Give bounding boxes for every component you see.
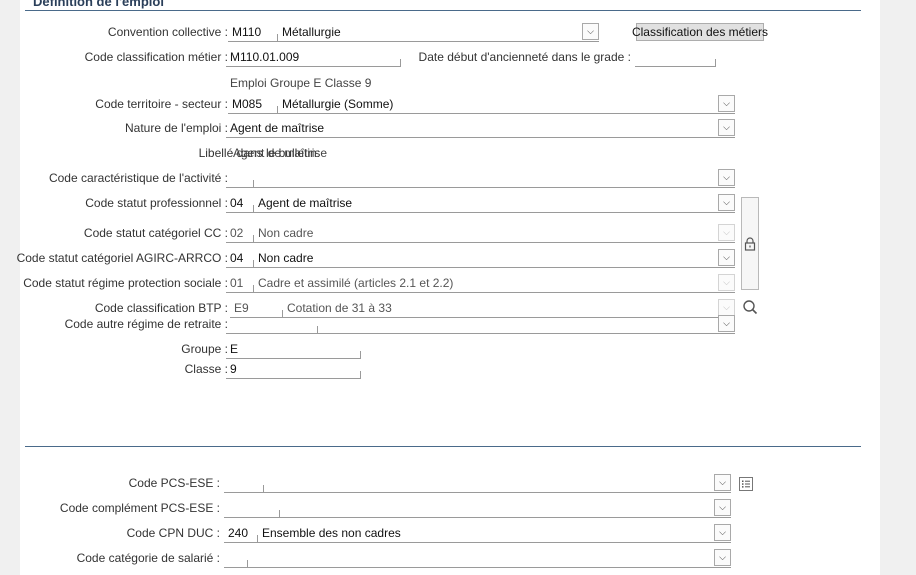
- date-anciennete-label: Date début d'ancienneté dans le grade :: [418, 50, 631, 64]
- regime-protection-desc: Cadre et assimilé (articles 2.1 et 2.2): [258, 275, 454, 290]
- nature-field[interactable]: Agent de maîtrise ⌵: [226, 118, 735, 138]
- section-title: Définition de l'emploi: [33, 0, 164, 9]
- pcs-field[interactable]: ⌵: [224, 473, 731, 493]
- autre-regime-code[interactable]: [226, 314, 318, 334]
- groupe-label: Groupe :: [181, 342, 228, 356]
- chevron-down-icon[interactable]: ⌵: [714, 474, 731, 491]
- activite-label: Code caractéristique de l'activité :: [48, 171, 228, 185]
- statut-agirc-code[interactable]: 04: [226, 248, 254, 268]
- activite-field[interactable]: ⌵: [226, 168, 735, 188]
- libelle-value: Agent de maîtrise: [233, 146, 328, 160]
- cpn-duc-label: Code CPN DUC :: [126, 526, 220, 540]
- classification-metiers-button[interactable]: Classification des métiers: [632, 23, 768, 41]
- pcs-label: Code PCS-ESE :: [128, 476, 220, 490]
- cpn-duc-desc: Ensemble des non cadres: [262, 525, 401, 540]
- convention-field[interactable]: M110 Métallurgie ⌵: [228, 22, 599, 42]
- statut-agirc-label: Code statut catégoriel AGIRC-ARRCO :: [16, 251, 228, 265]
- code-classification-label: Code classification métier :: [84, 50, 228, 64]
- list-button[interactable]: [737, 475, 755, 493]
- nature-label: Nature de l'emploi :: [124, 121, 228, 135]
- statut-pro-desc: Agent de maîtrise: [258, 195, 353, 210]
- pcs-complement-field[interactable]: ⌵: [224, 498, 731, 518]
- lock-toggle[interactable]: [741, 197, 759, 290]
- search-button[interactable]: [741, 298, 759, 316]
- cpn-duc-field[interactable]: 240 Ensemble des non cadres ⌵: [224, 523, 731, 543]
- classe-input[interactable]: 9: [226, 359, 361, 379]
- territoire-label: Code territoire - secteur :: [95, 97, 228, 111]
- date-anciennete-input[interactable]: [635, 47, 716, 67]
- chevron-down-icon[interactable]: ⌵: [714, 549, 731, 566]
- cpn-duc-code[interactable]: 240: [224, 523, 258, 543]
- pcs-code[interactable]: [224, 473, 264, 493]
- chevron-down-icon[interactable]: ⌵: [718, 169, 735, 186]
- section-rule-bottom: [25, 446, 861, 447]
- statut-cc-field: 02 Non cadre ⌵: [226, 223, 735, 243]
- categorie-salarie-field[interactable]: ⌵: [224, 548, 731, 568]
- statut-cc-desc: Non cadre: [258, 225, 314, 240]
- form-panel: Définition de l'emploi Convention collec…: [16, 0, 880, 575]
- statut-pro-field[interactable]: 04 Agent de maîtrise ⌵: [226, 193, 735, 213]
- territoire-code[interactable]: M085: [228, 94, 278, 114]
- regime-protection-field: 01 Cadre et assimilé (articles 2.1 et 2.…: [226, 273, 735, 293]
- convention-code[interactable]: M110: [228, 22, 278, 42]
- statut-cc-code: 02: [226, 223, 254, 243]
- padlock-icon: [744, 236, 756, 251]
- chevron-down-icon[interactable]: ⌵: [718, 95, 735, 112]
- classification-btp-label: Code classification BTP :: [94, 301, 228, 315]
- section-rule-top: [25, 10, 861, 11]
- emploi-groupe-text: Emploi Groupe E Classe 9: [230, 76, 372, 90]
- chevron-down-icon[interactable]: ⌵: [718, 249, 735, 266]
- chevron-down-icon[interactable]: ⌵: [582, 23, 599, 40]
- chevron-down-icon[interactable]: ⌵: [714, 524, 731, 541]
- territoire-field[interactable]: M085 Métallurgie (Somme) ⌵: [228, 94, 735, 114]
- categorie-salarie-label: Code catégorie de salarié :: [76, 551, 220, 565]
- chevron-down-icon[interactable]: ⌵: [714, 499, 731, 516]
- list-icon: [739, 477, 753, 491]
- classification-btp-desc: Cotation de 31 à 33: [287, 300, 392, 315]
- chevron-down-icon[interactable]: ⌵: [718, 315, 735, 332]
- autre-regime-field[interactable]: ⌵: [226, 314, 735, 334]
- classe-label: Classe :: [184, 362, 228, 376]
- code-classification-input[interactable]: M110.01.009: [226, 47, 401, 67]
- convention-label: Convention collective :: [107, 25, 228, 39]
- statut-pro-label: Code statut professionnel :: [85, 196, 228, 210]
- chevron-down-icon: ⌵: [718, 224, 735, 241]
- statut-agirc-desc: Non cadre: [258, 250, 314, 265]
- territoire-desc: Métallurgie (Somme): [282, 96, 394, 111]
- pcs-complement-label: Code complément PCS-ESE :: [59, 501, 220, 515]
- regime-protection-label: Code statut régime protection sociale :: [23, 276, 228, 290]
- chevron-down-icon[interactable]: ⌵: [718, 194, 735, 211]
- search-icon: [743, 300, 758, 315]
- statut-agirc-field[interactable]: 04 Non cadre ⌵: [226, 248, 735, 268]
- categorie-salarie-code[interactable]: [224, 548, 248, 568]
- chevron-down-icon[interactable]: ⌵: [718, 119, 735, 136]
- autre-regime-label: Code autre régime de retraite :: [64, 317, 228, 331]
- regime-protection-code: 01: [226, 273, 254, 293]
- nature-value[interactable]: Agent de maîtrise: [226, 121, 735, 135]
- pcs-complement-code[interactable]: [224, 498, 280, 518]
- groupe-input[interactable]: E: [226, 339, 361, 359]
- activite-code[interactable]: [226, 168, 254, 188]
- statut-pro-code[interactable]: 04: [226, 193, 254, 213]
- chevron-down-icon: ⌵: [718, 274, 735, 291]
- statut-cc-label: Code statut catégoriel CC :: [83, 226, 228, 240]
- convention-desc: Métallurgie: [282, 24, 341, 39]
